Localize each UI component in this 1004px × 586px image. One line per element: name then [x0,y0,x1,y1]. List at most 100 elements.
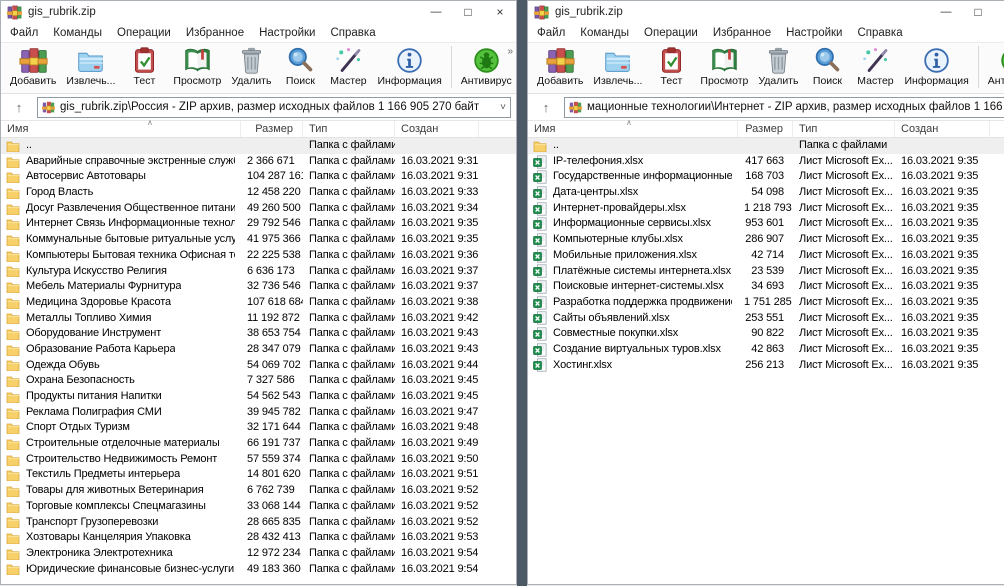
folder-icon [6,438,20,450]
address-dropdown-icon[interactable]: ˅ [500,102,506,113]
parent-directory-row[interactable]: ..Папка с файлами [528,138,1004,154]
menu-item[interactable]: Настройки [786,27,842,39]
view-button[interactable]: Просмотр [695,44,753,87]
address-bar[interactable]: gis_rubrik.zip\Россия - ZIP архив, разме… [37,97,511,118]
table-row[interactable]: Коммунальные бытовые ритуальные услуги41… [1,232,516,248]
extract-button[interactable]: Извлечь... [588,44,647,87]
up-directory-button[interactable]: ↑ [6,100,32,115]
extract-button[interactable]: Извлечь... [61,44,120,87]
test-button[interactable]: Тест [120,44,168,87]
table-row[interactable]: Спорт Отдых Туризм32 171 644Папка с файл… [1,420,516,436]
table-row[interactable]: Поисковые интернет-системы.xlsx34 693Лис… [528,279,1004,295]
minimize-button[interactable]: — [930,1,962,23]
table-row[interactable]: Разработка поддержка продвижение ...1 75… [528,295,1004,311]
table-row[interactable]: Хостинг.xlsx256 213Лист Microsoft Ex...1… [528,358,1004,374]
table-row[interactable]: Государственные информационные с...168 7… [528,169,1004,185]
info-button[interactable]: Информация [372,44,446,87]
menu-item[interactable]: Избранное [713,27,771,39]
info-button[interactable]: Информация [899,44,973,87]
up-directory-button[interactable]: ↑ [533,100,559,115]
table-row[interactable]: Металлы Топливо Химия11 192 872Папка с ф… [1,311,516,327]
table-row[interactable]: Текстиль Предметы интерьера14 801 620Пап… [1,467,516,483]
menu-item[interactable]: Файл [537,27,565,39]
column-header-4[interactable]: Создан [395,121,479,137]
menu-item[interactable]: Настройки [259,27,315,39]
column-header-3[interactable]: Тип [303,121,395,137]
table-row[interactable]: Автосервис Автотовары104 287 161Папка с … [1,169,516,185]
table-row[interactable]: Реклама Полиграфия СМИ39 945 782Папка с … [1,405,516,421]
table-row[interactable]: Строительные отделочные материалы66 191 … [1,436,516,452]
table-row[interactable]: Юридические финансовые бизнес-услуги49 1… [1,562,516,578]
titlebar[interactable]: gis_rubrik.zip — □ × [528,1,1004,23]
menu-item[interactable]: Операции [117,27,171,39]
menu-item[interactable]: Команды [53,27,102,39]
table-row[interactable]: Город Власть12 458 220Папка с файлами16.… [1,185,516,201]
table-row[interactable]: Создание виртуальных туров.xlsx42 863Лис… [528,342,1004,358]
toolbar-overflow-chevron-icon[interactable]: » [507,46,512,57]
table-row[interactable]: Совместные покупки.xlsx90 822Лист Micros… [528,326,1004,342]
wizard-button[interactable]: Мастер [324,44,372,87]
table-row[interactable]: Охрана Безопасность7 327 586Папка с файл… [1,373,516,389]
table-row[interactable]: Культура Искусство Религия6 636 173Папка… [1,264,516,280]
column-header-4[interactable]: Создан [895,121,990,137]
table-row[interactable]: Мебель Материалы Фурнитура32 736 546Папк… [1,279,516,295]
table-row[interactable]: Досуг Развлечения Общественное питание49… [1,201,516,217]
table-row[interactable]: Медицина Здоровье Красота107 618 684Папк… [1,295,516,311]
file-name: Поисковые интернет-системы.xlsx [553,279,724,295]
address-bar[interactable]: мационные технологии\Интернет - ZIP архи… [564,97,1004,118]
column-header-1[interactable]: Имя [528,121,738,137]
folder-icon [6,156,20,168]
add-button[interactable]: Добавить [5,44,61,87]
table-row[interactable]: Платёжные системы интернета.xlsx23 539Ли… [528,264,1004,280]
close-button[interactable]: × [484,1,516,23]
table-row[interactable]: Интернет Связь Информационные технологии… [1,216,516,232]
parent-directory-row[interactable]: ..Папка с файлами [1,138,516,154]
close-button[interactable]: × [994,1,1004,23]
test-button[interactable]: Тест [647,44,695,87]
maximize-button[interactable]: □ [452,1,484,23]
table-row[interactable]: Дата-центры.xlsx54 098Лист Microsoft Ex.… [528,185,1004,201]
table-row[interactable]: Интернет-провайдеры.xlsx1 218 793Лист Mi… [528,201,1004,217]
column-header-1[interactable]: Имя [1,121,241,137]
table-row[interactable]: Товары для животных Ветеринария6 762 739… [1,483,516,499]
file-list[interactable]: ..Папка с файламиАварийные справочные эк… [1,138,516,584]
delete-button[interactable]: Удалить [226,44,276,87]
table-row[interactable]: Сайты объявлений.xlsx253 551Лист Microso… [528,311,1004,327]
view-button[interactable]: Просмотр [168,44,226,87]
menu-item[interactable]: Файл [10,27,38,39]
table-row[interactable]: Компьютерные клубы.xlsx286 907Лист Micro… [528,232,1004,248]
table-row[interactable]: Торговые комплексы Спецмагазины33 068 14… [1,499,516,515]
table-row[interactable]: Мобильные приложения.xlsx42 714Лист Micr… [528,248,1004,264]
minimize-button[interactable]: — [420,1,452,23]
column-header-3[interactable]: Тип [793,121,895,137]
column-header-2[interactable]: Размер [241,121,303,137]
table-row[interactable]: Электроника Электротехника12 972 234Папк… [1,546,516,562]
table-row[interactable]: Компьютеры Бытовая техника Офисная техни… [1,248,516,264]
menu-item[interactable]: Избранное [186,27,244,39]
table-row[interactable]: Оборудование Инструмент38 653 754Папка с… [1,326,516,342]
menu-item[interactable]: Операции [644,27,698,39]
table-row[interactable]: Одежда Обувь54 069 702Папка с файлами16.… [1,358,516,374]
table-row[interactable]: Строительство Недвижимость Ремонт57 559 … [1,452,516,468]
column-header-2[interactable]: Размер [738,121,793,137]
table-row[interactable]: Образование Работа Карьера28 347 079Папк… [1,342,516,358]
table-row[interactable]: IP-телефония.xlsx417 663Лист Microsoft E… [528,154,1004,170]
menu-item[interactable]: Справка [857,27,902,39]
table-row[interactable]: Хозтовары Канцелярия Упаковка28 432 413П… [1,530,516,546]
search-button[interactable]: Поиск [803,44,851,87]
antivirus-button[interactable]: Антивирус [983,44,1004,87]
wizard-button[interactable]: Мастер [851,44,899,87]
file-list[interactable]: ..Папка с файламиIP-телефония.xlsx417 66… [528,138,1004,584]
menu-item[interactable]: Справка [330,27,375,39]
add-button[interactable]: Добавить [532,44,588,87]
table-row[interactable]: Информационные сервисы.xlsx953 601Лист M… [528,216,1004,232]
table-row[interactable]: Аварийные справочные экстренные службы2 … [1,154,516,170]
search-button[interactable]: Поиск [276,44,324,87]
maximize-button[interactable]: □ [962,1,994,23]
menu-item[interactable]: Команды [580,27,629,39]
table-row[interactable]: Транспорт Грузоперевозки28 665 835Папка … [1,515,516,531]
titlebar[interactable]: gis_rubrik.zip — □ × [1,1,516,23]
delete-button[interactable]: Удалить [753,44,803,87]
file-created: 16.03.2021 9:35 [895,264,990,280]
table-row[interactable]: Продукты питания Напитки54 562 543Папка … [1,389,516,405]
